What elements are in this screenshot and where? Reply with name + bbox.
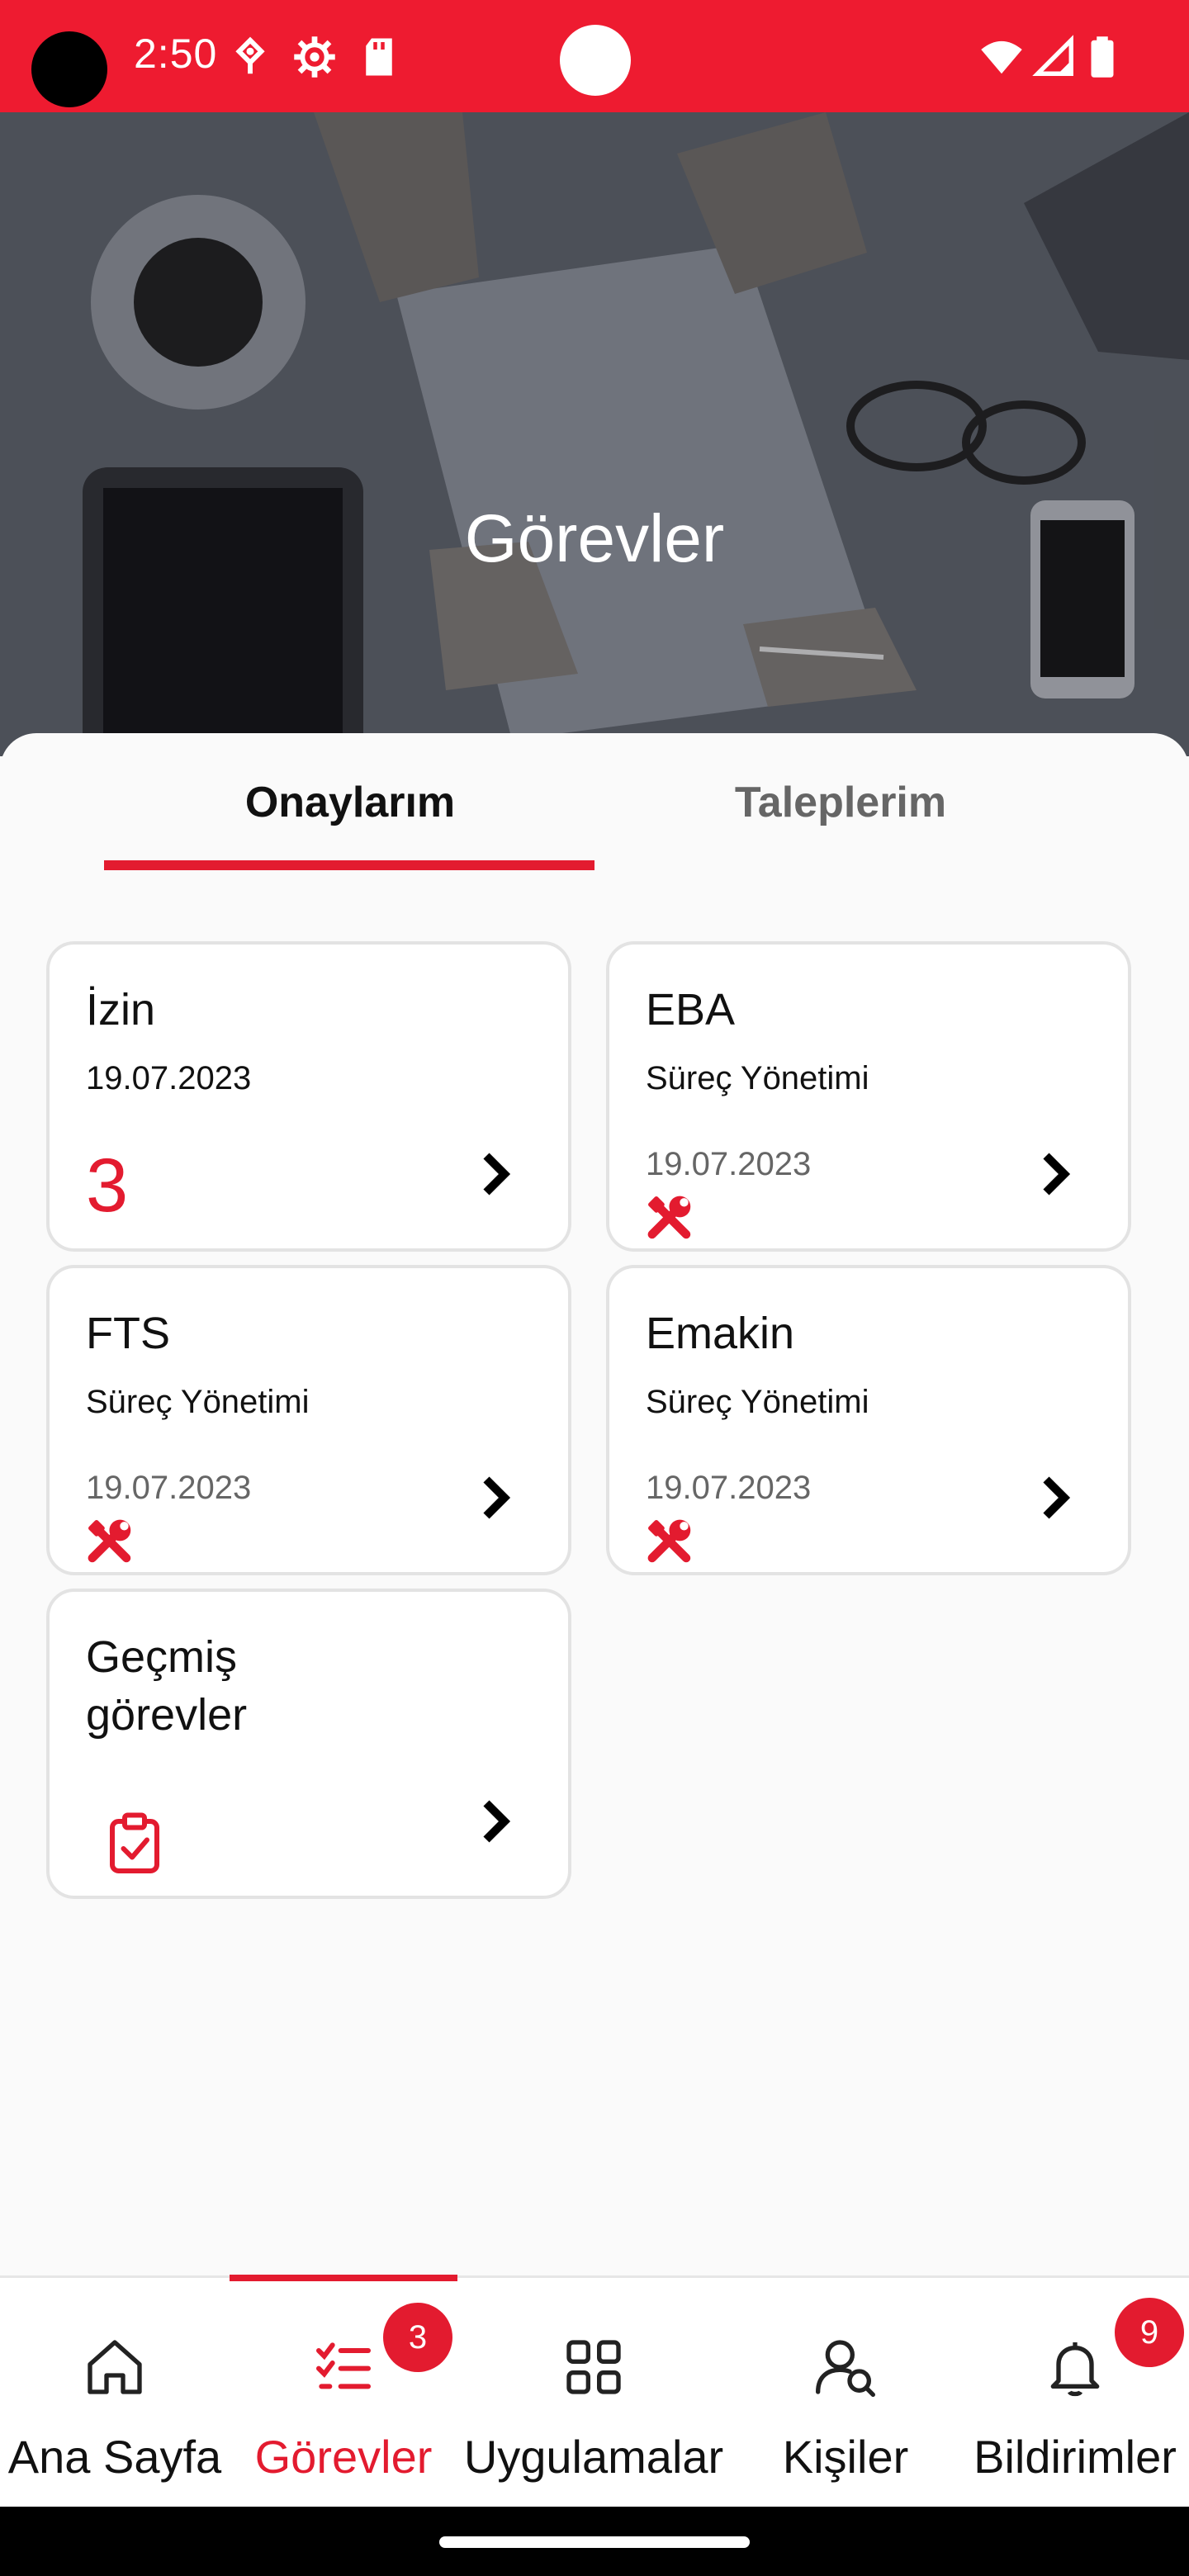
home-gesture-handle[interactable] xyxy=(439,2536,750,2548)
nav-item-gorevler[interactable]: Görevler 3 xyxy=(230,2278,457,2509)
card-izin[interactable]: İzin 19.07.2023 3 xyxy=(46,941,571,1252)
status-time: 2:50 xyxy=(134,31,218,77)
card-emakin[interactable]: Emakin Süreç Yönetimi 19.07.2023 xyxy=(606,1265,1131,1575)
nav-item-uygulamalar[interactable]: Uygulamalar xyxy=(457,2278,730,2509)
card-subtitle: Süreç Yönetimi xyxy=(646,1384,869,1420)
notification-badge: 9 xyxy=(1115,2298,1184,2367)
tab-onaylarim[interactable]: Onaylarım xyxy=(104,778,596,827)
card-subtitle: Süreç Yönetimi xyxy=(86,1384,310,1420)
status-bar: 2:50 xyxy=(0,0,1189,112)
active-tab-indicator xyxy=(104,860,594,870)
page-title: Görevler xyxy=(464,501,725,576)
sd-card-icon xyxy=(366,38,392,76)
card-title-line1: Geçmiş xyxy=(86,1632,238,1682)
card-subtitle: Süreç Yönetimi xyxy=(646,1060,869,1096)
chevron-right-icon xyxy=(1043,1476,1071,1519)
wifi-icon xyxy=(981,40,1022,74)
card-date: 19.07.2023 xyxy=(86,1060,252,1096)
chevron-right-icon xyxy=(483,1153,511,1196)
card-title: FTS xyxy=(86,1309,170,1358)
nav-label: Ana Sayfa xyxy=(7,2431,222,2483)
tools-icon xyxy=(647,1519,691,1563)
system-navigation-bar xyxy=(0,2507,1189,2576)
camera-cutout xyxy=(31,31,107,107)
tools-icon xyxy=(88,1519,131,1563)
tab-taleplerim[interactable]: Taleplerim xyxy=(594,778,1087,827)
card-title: EBA xyxy=(646,985,736,1035)
card-title: Emakin xyxy=(646,1309,795,1358)
clipboard-check-icon xyxy=(110,1812,159,1873)
card-eba[interactable]: EBA Süreç Yönetimi 19.07.2023 xyxy=(606,941,1131,1252)
hero-banner: Görevler xyxy=(0,112,1189,756)
cell-signal-icon xyxy=(1032,35,1073,76)
nav-label: Uygulamalar xyxy=(463,2431,724,2483)
bottom-navigation: Ana Sayfa Görevler 3 Uygulamalar Kişiler… xyxy=(0,2275,1189,2507)
main-panel: Onaylarım Taleplerim İzin 19.07.2023 3 E… xyxy=(0,733,1189,2277)
tools-icon xyxy=(647,1196,691,1239)
pending-count: 3 xyxy=(86,1144,129,1228)
home-icon xyxy=(88,2340,142,2394)
chevron-right-icon xyxy=(483,1800,511,1843)
settings-gear-icon xyxy=(294,36,335,78)
card-fts[interactable]: FTS Süreç Yönetimi 19.07.2023 xyxy=(46,1265,571,1575)
task-list-icon xyxy=(316,2342,371,2389)
location-icon xyxy=(235,36,265,74)
chevron-right-icon xyxy=(483,1476,511,1519)
card-date: 19.07.2023 xyxy=(646,1146,812,1182)
person-search-icon xyxy=(816,2340,875,2397)
chevron-right-icon xyxy=(1043,1153,1071,1196)
grid-icon xyxy=(566,2340,621,2394)
card-gecmis-gorevler[interactable]: Geçmiş görevler xyxy=(46,1589,571,1899)
nav-label: Görevler xyxy=(254,2431,433,2483)
notification-badge: 3 xyxy=(383,2303,452,2372)
battery-icon xyxy=(1091,36,1114,78)
card-date: 19.07.2023 xyxy=(646,1470,812,1506)
nav-item-ana-sayfa[interactable]: Ana Sayfa xyxy=(0,2278,230,2509)
bell-icon xyxy=(1050,2342,1100,2397)
office-desk-image xyxy=(0,112,1189,756)
card-title-line2: görevler xyxy=(86,1690,248,1740)
card-date: 19.07.2023 xyxy=(86,1470,252,1506)
nav-label: Bildirimler xyxy=(973,2431,1177,2483)
card-title: Geçmiş görevler xyxy=(86,1628,247,1744)
nav-item-bildirimler[interactable]: Bildirimler 9 xyxy=(961,2278,1189,2509)
nav-label: Kişiler xyxy=(782,2431,909,2483)
front-camera xyxy=(560,25,631,96)
card-title: İzin xyxy=(86,985,156,1035)
nav-item-kisiler[interactable]: Kişiler xyxy=(730,2278,961,2509)
